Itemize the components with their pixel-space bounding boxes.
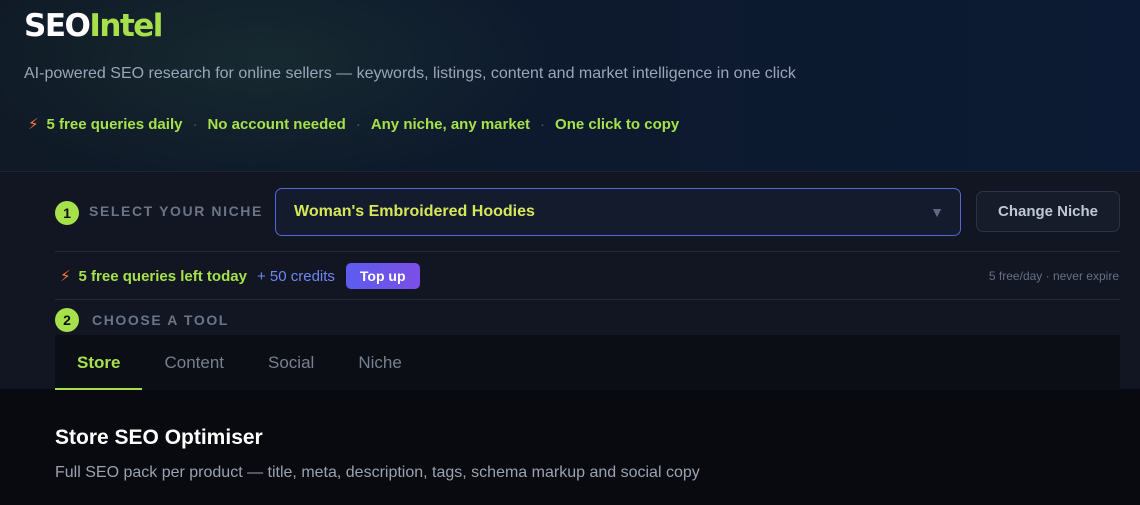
credits-note: 5 free/day · never expire: [988, 269, 1119, 283]
feature-item: Any niche, any market: [370, 115, 531, 133]
logo: SEOIntel: [24, 8, 163, 44]
logo-text-intel: Intel: [89, 8, 163, 44]
step-2-label: CHOOSE A TOOL: [92, 312, 229, 328]
lightning-icon: ⚡: [28, 116, 39, 133]
divider: [55, 299, 1120, 300]
free-queries-left: 5 free queries left today: [78, 267, 247, 285]
chevron-down-icon: ▼: [930, 204, 944, 220]
divider: [55, 251, 1120, 252]
step-2-badge: 2: [55, 308, 79, 332]
credits-count: + 50 credits: [256, 267, 335, 285]
tab-content[interactable]: Content: [142, 335, 246, 390]
tool-tabs: Store Content Social Niche: [55, 335, 1120, 390]
lightning-icon: ⚡: [60, 268, 71, 285]
tab-social[interactable]: Social: [246, 335, 336, 390]
tool-panel: 1 SELECT YOUR NICHE Woman's Embroidered …: [0, 171, 1140, 390]
logo-text-seo: SEO: [24, 8, 91, 44]
step-1-badge: 1: [55, 201, 79, 225]
feature-list: ⚡ 5 free queries daily · No account need…: [28, 115, 680, 134]
feature-item: One click to copy: [555, 115, 680, 133]
separator-dot: ·: [355, 115, 361, 133]
niche-select-value: Woman's Embroidered Hoodies: [294, 203, 535, 220]
step-1-label: SELECT YOUR NICHE: [89, 203, 263, 219]
tab-store[interactable]: Store: [55, 335, 143, 390]
top-up-button[interactable]: Top up: [345, 263, 420, 289]
hero-header: SEOIntel AI-powered SEO research for onl…: [0, 0, 1140, 171]
separator-dot: ·: [192, 115, 198, 133]
tab-niche[interactable]: Niche: [336, 335, 423, 390]
separator-dot: ·: [540, 115, 546, 133]
tool-title: Store SEO Optimiser: [55, 426, 263, 449]
feature-item: 5 free queries daily: [46, 115, 183, 133]
credits-bar: ⚡ 5 free queries left today + 50 credits…: [60, 263, 420, 289]
change-niche-button[interactable]: Change Niche: [976, 191, 1120, 232]
niche-select[interactable]: Woman's Embroidered Hoodies ▼: [275, 188, 961, 236]
tagline: AI-powered SEO research for online selle…: [24, 65, 796, 82]
feature-item: No account needed: [207, 115, 346, 133]
tool-description: Full SEO pack per product — title, meta,…: [55, 464, 700, 481]
